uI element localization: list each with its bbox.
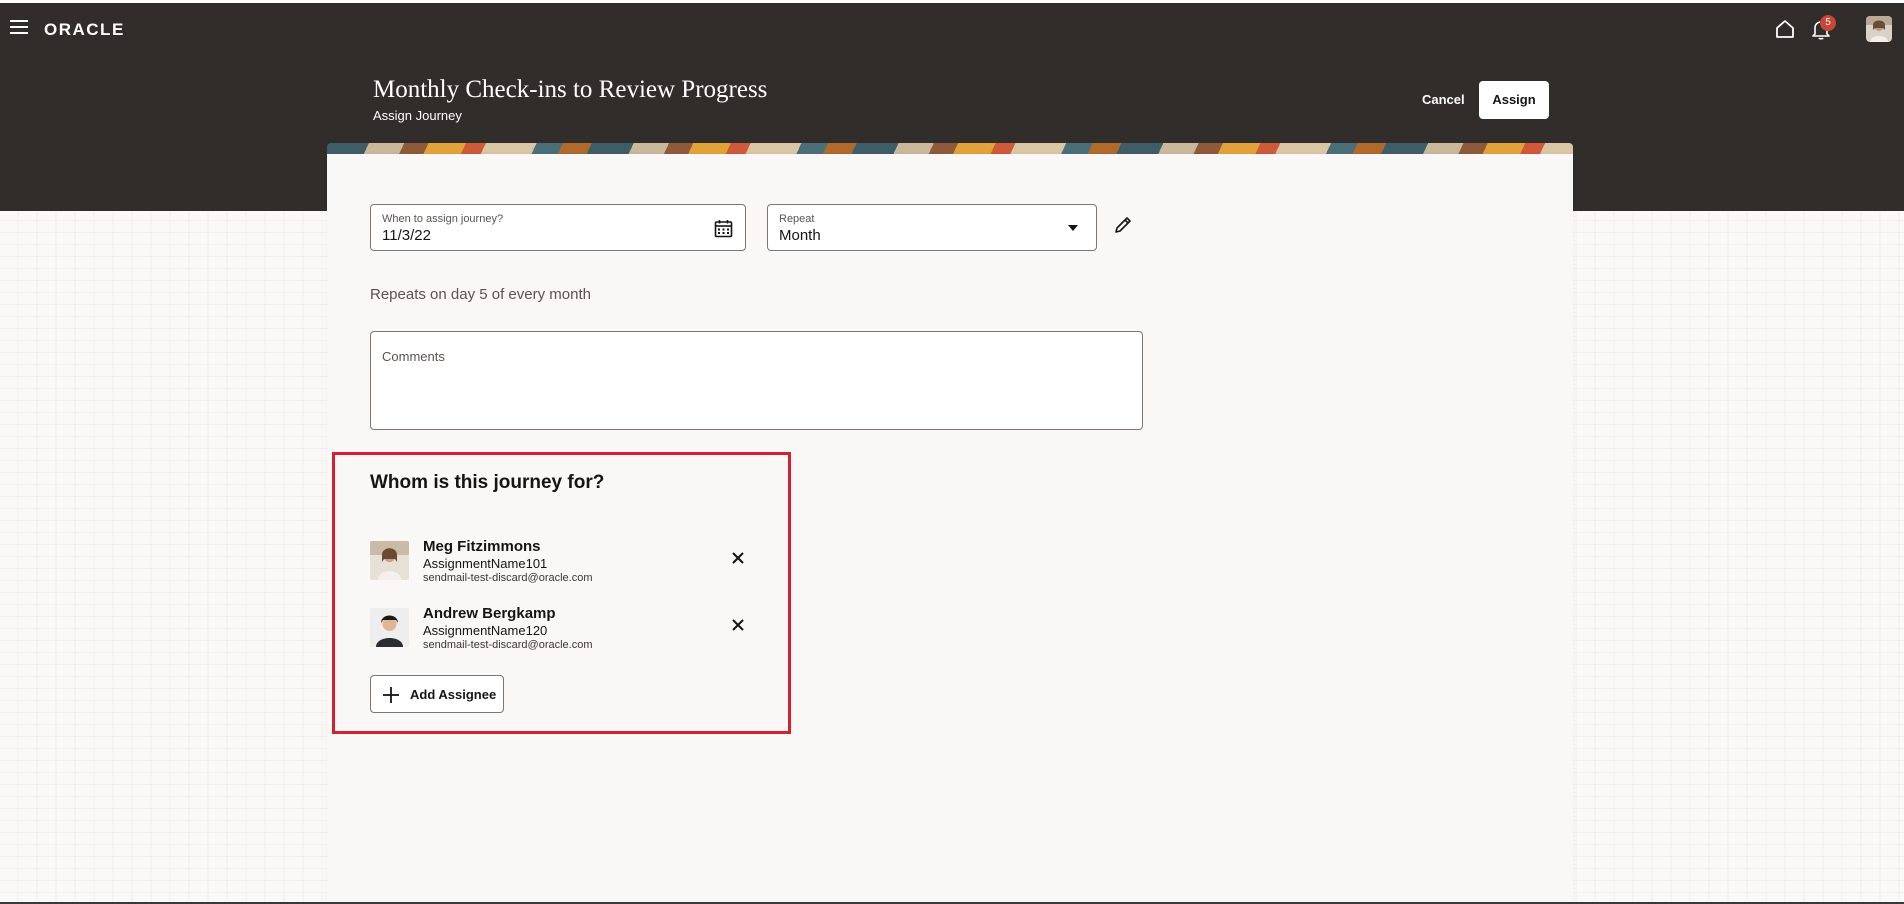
pencil-icon[interactable] bbox=[1112, 214, 1134, 236]
comments-textarea[interactable]: Comments bbox=[370, 331, 1143, 430]
assignee-assignment: AssignmentName101 bbox=[423, 556, 548, 571]
assignee-email: sendmail-test-discard@oracle.com bbox=[423, 572, 593, 584]
page-title: Monthly Check-ins to Review Progress bbox=[373, 76, 768, 103]
calendar-icon[interactable] bbox=[714, 219, 733, 238]
close-icon[interactable] bbox=[728, 548, 748, 568]
assignee-assignment: AssignmentName120 bbox=[423, 623, 548, 638]
assignees-heading: Whom is this journey for? bbox=[370, 472, 605, 493]
assignee-item: Meg Fitzimmons AssignmentName101 sendmai… bbox=[370, 538, 770, 586]
repeat-label: Repeat bbox=[779, 213, 815, 225]
repeat-select[interactable]: Repeat Month bbox=[767, 204, 1097, 251]
add-assignee-button[interactable]: Add Assignee bbox=[370, 675, 504, 713]
assignee-name: Meg Fitzimmons bbox=[423, 538, 541, 555]
hamburger-menu-icon[interactable] bbox=[10, 20, 28, 36]
avatar[interactable] bbox=[1866, 16, 1892, 42]
assignee-email: sendmail-test-discard@oracle.com bbox=[423, 639, 593, 651]
assignee-item: Andrew Bergkamp AssignmentName120 sendma… bbox=[370, 605, 770, 653]
home-icon[interactable] bbox=[1774, 18, 1796, 40]
repeat-value[interactable]: Month bbox=[779, 227, 821, 244]
assignee-name: Andrew Bergkamp bbox=[423, 605, 556, 622]
assign-date-field[interactable]: When to assign journey? 11/3/22 bbox=[370, 204, 746, 251]
repeat-summary-text: Repeats on day 5 of every month bbox=[370, 286, 591, 303]
page-subtitle: Assign Journey bbox=[373, 108, 462, 123]
comments-label: Comments bbox=[382, 349, 445, 364]
assignee-photo bbox=[370, 608, 409, 647]
cancel-button[interactable]: Cancel bbox=[1410, 82, 1477, 118]
decorative-banner bbox=[327, 143, 1573, 154]
notification-count-badge: 5 bbox=[1820, 15, 1836, 31]
add-assignee-label: Add Assignee bbox=[410, 687, 497, 702]
assign-date-value[interactable]: 11/3/22 bbox=[382, 227, 431, 244]
chevron-down-icon[interactable] bbox=[1068, 225, 1078, 231]
close-icon[interactable] bbox=[728, 615, 748, 635]
oracle-logo: ORACLE bbox=[44, 20, 125, 39]
assign-button[interactable]: Assign bbox=[1479, 81, 1549, 119]
assignee-photo bbox=[370, 541, 409, 580]
plus-icon bbox=[383, 687, 399, 703]
assign-date-label: When to assign journey? bbox=[382, 213, 504, 225]
